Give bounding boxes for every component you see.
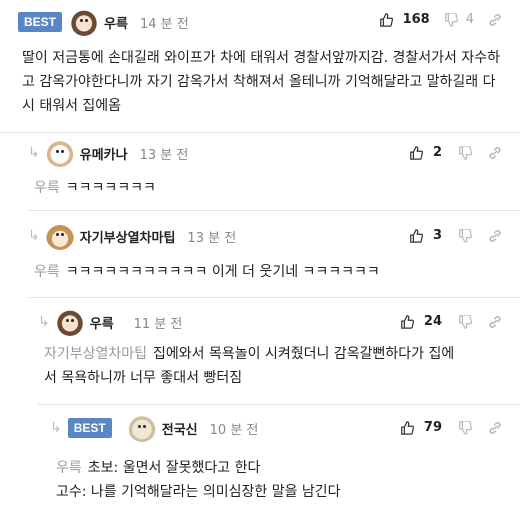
reply-text-line2: 서 목욕하니까 너무 좋대서 빵터짐 xyxy=(44,370,243,386)
thumbs-up-icon[interactable] xyxy=(409,228,423,243)
comment-header: BEST 우륵 14 분 전 xyxy=(18,8,189,36)
comment-text: 딸이 저금통에 손대길래 와이프가 차에 태워서 경찰서앞까지감. 경찰서가서 … xyxy=(22,50,500,114)
reply-arrow-icon: ↳ xyxy=(28,228,40,244)
link-icon[interactable] xyxy=(488,13,502,27)
best-badge: BEST xyxy=(67,418,112,438)
reply-arrow-icon: ↳ xyxy=(28,145,40,161)
reply-arrow-icon: ↳ xyxy=(38,314,50,330)
like-count: 3 xyxy=(432,228,442,243)
avatar[interactable] xyxy=(55,308,84,336)
avatar[interactable] xyxy=(70,8,99,36)
mention: 우륵 xyxy=(34,264,60,280)
like-count: 2 xyxy=(432,145,442,160)
like-count: 24 xyxy=(423,314,442,329)
nickname[interactable]: 전국신 xyxy=(162,419,198,438)
like-count: 168 xyxy=(402,12,430,27)
divider xyxy=(28,210,520,211)
comment-actions: 79 xyxy=(400,420,502,435)
thumbs-up-icon[interactable] xyxy=(400,314,414,329)
mention: 자기부상열차마팁 xyxy=(44,346,148,362)
comment-actions: 2 xyxy=(409,145,502,160)
comment-text: 우륵 초보: 울면서 잘못했다고 한다 고수: 나를 기억해달라는 의미심장한 말… xyxy=(56,456,500,504)
comment-header: ↳ 자기부상열차마팁 13 분 전 xyxy=(28,222,236,250)
mention: 우륵 xyxy=(56,460,82,476)
comment-actions: 3 xyxy=(409,228,502,243)
divider xyxy=(38,404,520,405)
best-badge: BEST xyxy=(18,12,63,32)
timestamp: 10 분 전 xyxy=(209,422,259,438)
reply-text-line2: 고수: 나를 기억해달라는 의미심장한 말을 남긴다 xyxy=(56,484,341,500)
comment-header: ↳ 유메카나 13 분 전 xyxy=(28,139,188,167)
nickname[interactable]: 우륵 xyxy=(104,13,128,32)
comment-text: 우륵 ㅋㅋㅋㅋㅋㅋㅋ xyxy=(34,176,494,200)
nickname[interactable]: 자기부상열차마팁 xyxy=(80,227,176,246)
thumbs-down-icon[interactable] xyxy=(444,12,458,27)
divider xyxy=(0,132,520,133)
comment-actions: 168 4 xyxy=(379,12,502,27)
divider xyxy=(28,297,520,298)
thumbs-down-icon[interactable] xyxy=(458,314,472,329)
reply-text: ㅋㅋㅋㅋㅋㅋㅋ xyxy=(65,180,156,196)
thumbs-down-icon[interactable] xyxy=(458,228,472,243)
avatar[interactable] xyxy=(45,139,74,167)
timestamp: 11 분 전 xyxy=(133,316,183,332)
nickname[interactable]: 우륵 xyxy=(90,313,114,332)
comment-header: ↳ 우륵 11 분 전 xyxy=(38,308,182,336)
timestamp: 13 분 전 xyxy=(139,147,189,163)
mention: 우륵 xyxy=(34,180,60,196)
reply-text-line1: 집에와서 목욕놀이 시켜줬더니 감옥갈뻔하다가 집에 xyxy=(153,346,455,362)
comment-actions: 24 xyxy=(400,314,502,329)
reply-text-line1: 초보: 울면서 잘못했다고 한다 xyxy=(87,460,261,476)
link-icon[interactable] xyxy=(488,315,502,329)
thumbs-up-icon[interactable] xyxy=(400,420,414,435)
avatar[interactable] xyxy=(127,414,156,442)
link-icon[interactable] xyxy=(488,146,502,160)
thumbs-up-icon[interactable] xyxy=(379,12,393,27)
comment-header: ↳ BEST 전국신 10 분 전 xyxy=(50,414,258,442)
comment-text: 우륵 ㅋㅋㅋㅋㅋㅋㅋㅋㅋㅋㅋ 이게 더 웃기네 ㅋㅋㅋㅋㅋㅋ xyxy=(34,260,494,284)
link-icon[interactable] xyxy=(488,421,502,435)
thumbs-up-icon[interactable] xyxy=(409,145,423,160)
comment-text: 자기부상열차마팁 집에와서 목욕놀이 시켜줬더니 감옥갈뻔하다가 집에 서 목욕하… xyxy=(44,342,500,390)
timestamp: 13 분 전 xyxy=(187,230,237,246)
timestamp: 14 분 전 xyxy=(139,16,189,32)
avatar[interactable] xyxy=(45,222,74,250)
dislike-count: 4 xyxy=(465,12,474,27)
like-count: 79 xyxy=(423,420,442,435)
thumbs-down-icon[interactable] xyxy=(458,145,472,160)
nickname[interactable]: 유메카나 xyxy=(80,144,128,163)
reply-text: ㅋㅋㅋㅋㅋㅋㅋㅋㅋㅋㅋ 이게 더 웃기네 ㅋㅋㅋㅋㅋㅋ xyxy=(65,264,380,280)
reply-arrow-icon: ↳ xyxy=(50,420,62,436)
thumbs-down-icon[interactable] xyxy=(458,420,472,435)
link-icon[interactable] xyxy=(488,229,502,243)
